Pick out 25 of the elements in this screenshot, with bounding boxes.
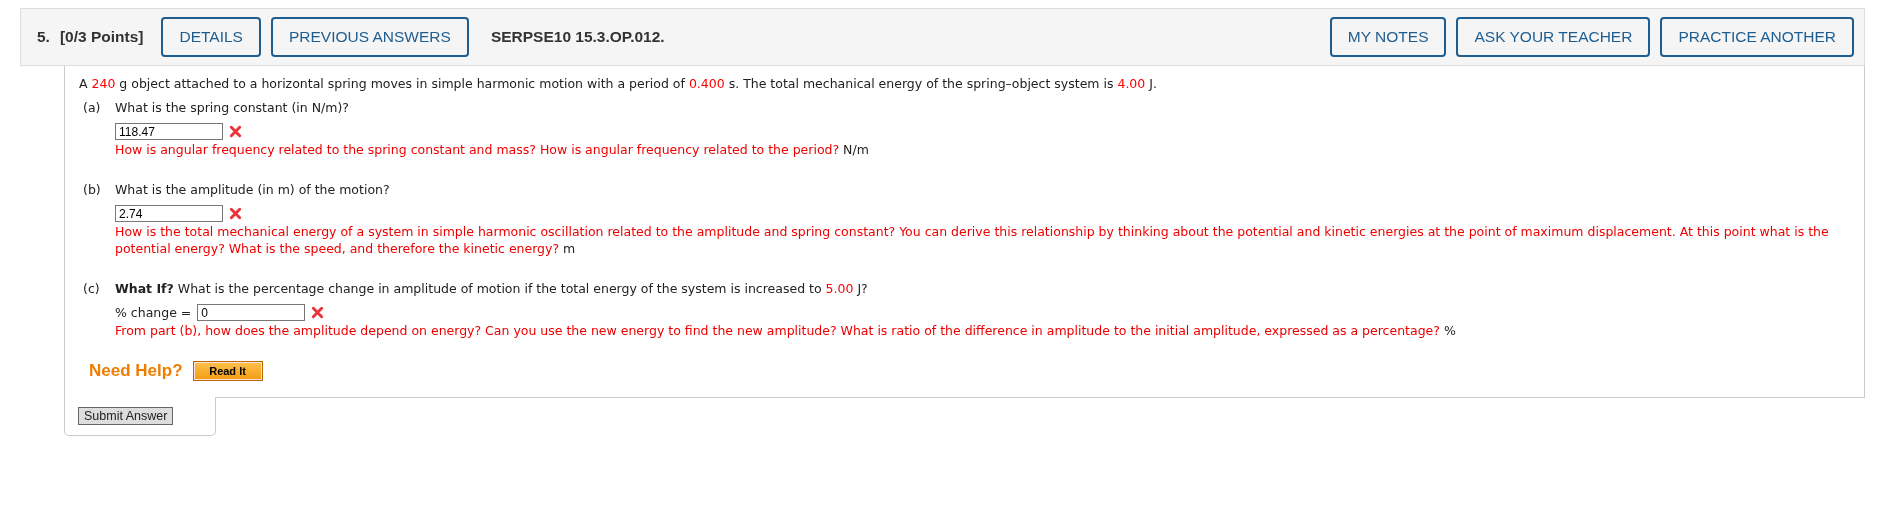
need-help-label: Need Help? <box>89 361 183 381</box>
header-button[interactable]: MY NOTES <box>1329 17 1447 57</box>
header-button[interactable]: PREVIOUS ANSWERS <box>270 17 469 57</box>
hint-text: From part (b), how does the amplitude depend on energy? Can you use the new energy to find the new amplitude? What is ratio of the difference in amplitude to the initial amplitude, expressed as a percentage? % <box>115 322 1457 339</box>
question-number: 5. <box>37 28 50 46</box>
header-button[interactable]: ASK YOUR TEACHER <box>1456 17 1651 57</box>
part-prompt: What If? What is the percentage change in amplitude of motion if the total energy of the system is increased to 5.00 J? <box>115 280 869 298</box>
answer-field[interactable]: 118.47 <box>115 123 223 140</box>
hint-text: How is the total mechanical energy of a system in simple harmonic oscillation related to the amplitude and spring constant? You can derive this relationship by thinking about the potential and kinetic energies at the point of maximum displacement. At this point what is the potential energy? What is the speed, and therefore the kinetic energy? m <box>115 223 1830 257</box>
points-label: [0/3 Points] <box>59 28 144 46</box>
part-prompt: What is the amplitude (in m) of the motion? <box>115 181 391 199</box>
part-label: (a) <box>82 99 102 117</box>
submit-answer-button[interactable]: Submit Answer <box>78 407 174 425</box>
question-text: A 240 g object attached to a horizontal spring moves in simple harmonic motion with a period of 0.400 s. The total mechanical energy of the spring–object system is 4.00 J. <box>79 75 1158 93</box>
read-it-button[interactable]: Read It <box>192 361 263 381</box>
field-label: % change = <box>115 305 192 320</box>
part-prompt: What is the spring constant (in N/m)? <box>115 99 350 117</box>
part-label: (b) <box>82 181 102 199</box>
answer-field[interactable]: 0 <box>197 304 306 321</box>
answer-field[interactable]: 2.74 <box>115 205 223 222</box>
hint-text: How is angular frequency related to the spring constant and mass? How is angular frequency related to the period? N/m <box>115 141 870 158</box>
header-button[interactable]: PRACTICE ANOTHER <box>1660 17 1854 57</box>
header-button[interactable]: DETAILS <box>161 17 261 57</box>
part-label: (c) <box>82 280 101 298</box>
problem-code: SERPSE10 15.3.OP.012. <box>490 28 665 46</box>
